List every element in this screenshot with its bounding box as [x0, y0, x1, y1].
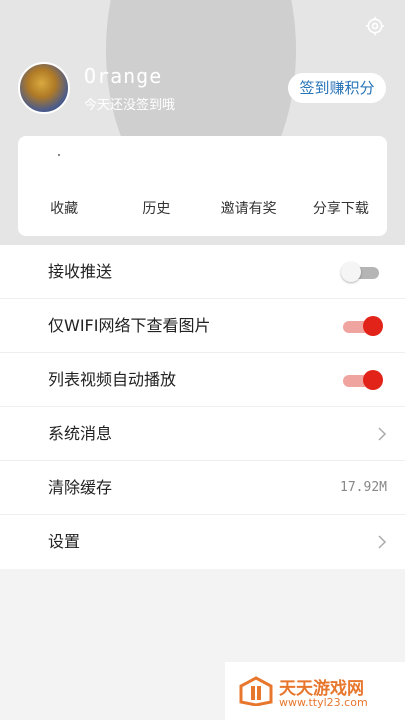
autoplay-toggle-knob: [363, 370, 383, 390]
watermark-logo-icon: [239, 676, 273, 706]
autoplay-label: 列表视频自动播放: [48, 370, 177, 389]
username: Orange: [84, 64, 163, 88]
watermark: 天天游戏网 www.ttyl23.com: [225, 662, 405, 720]
autoplay-row[interactable]: 列表视频自动播放: [0, 353, 405, 407]
push-setting-row[interactable]: 接收推送: [0, 245, 405, 299]
wifi-images-toggle[interactable]: [343, 316, 383, 336]
push-toggle[interactable]: [341, 262, 383, 282]
clear-cache-label: 清除缓存: [48, 478, 113, 497]
avatar[interactable]: [18, 62, 70, 114]
signin-button[interactable]: 签到赚积分: [288, 73, 386, 103]
quick-actions-card: 收藏 历史 邀请有奖 分享下载: [18, 136, 387, 236]
autoplay-toggle[interactable]: [343, 370, 383, 390]
settings-list: 接收推送 仅WIFI网络下查看图片 列表视频自动播放 系统消息 清除缓存 17.…: [0, 245, 405, 569]
invite-button[interactable]: 邀请有奖: [203, 198, 295, 218]
wifi-images-row[interactable]: 仅WIFI网络下查看图片: [0, 299, 405, 353]
push-setting-label: 接收推送: [48, 262, 113, 281]
settings-label: 设置: [48, 532, 81, 551]
favorites-button[interactable]: 收藏: [18, 198, 110, 218]
quick-actions: 收藏 历史 邀请有奖 分享下载: [18, 198, 387, 218]
chevron-right-icon: [378, 535, 387, 549]
watermark-url: www.ttyl23.com: [279, 696, 368, 709]
history-button[interactable]: 历史: [110, 198, 202, 218]
signin-status: 今天还没签到哦: [84, 98, 176, 113]
gear-icon[interactable]: [365, 16, 385, 36]
settings-row[interactable]: 设置: [0, 515, 405, 569]
wifi-images-label: 仅WIFI网络下查看图片: [48, 316, 211, 335]
wifi-images-toggle-knob: [363, 316, 383, 336]
cache-size: 17.92M: [340, 480, 387, 495]
push-toggle-knob: [341, 262, 361, 282]
system-messages-row[interactable]: 系统消息: [0, 407, 405, 461]
share-download-button[interactable]: 分享下载: [295, 198, 387, 218]
chevron-right-icon: [378, 427, 387, 441]
card-dot: [58, 154, 60, 156]
clear-cache-row[interactable]: 清除缓存 17.92M: [0, 461, 405, 515]
system-messages-label: 系统消息: [48, 424, 113, 443]
